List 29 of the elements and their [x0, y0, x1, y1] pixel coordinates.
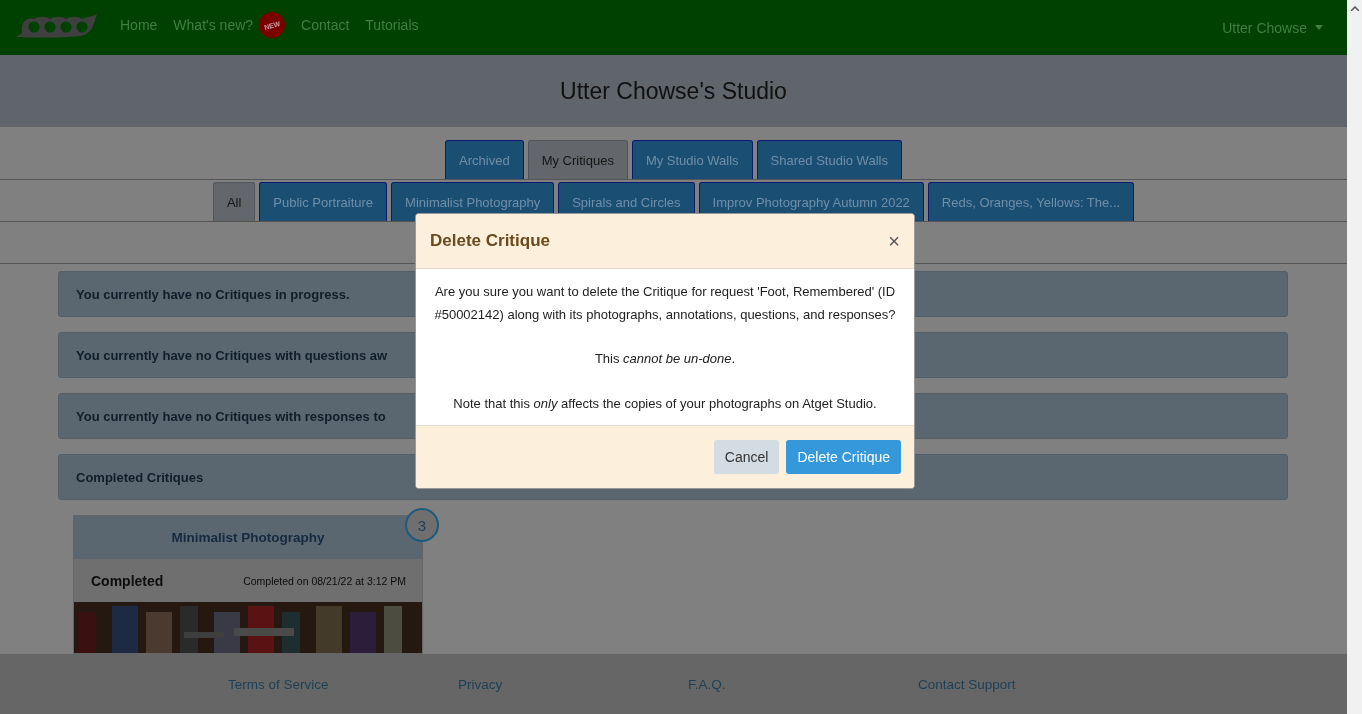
tab[interactable]: Shared Studio Walls	[756, 140, 902, 179]
footer-link[interactable]: F.A.Q.	[688, 676, 918, 692]
tab[interactable]: Public Portraiture	[259, 182, 388, 221]
nav-link[interactable]: Home	[120, 16, 158, 33]
nav-link[interactable]: Tutorials	[365, 16, 419, 33]
count-badge: 3	[405, 508, 439, 542]
user-menu[interactable]: Utter Chowse	[1222, 19, 1323, 36]
footer-link[interactable]: Contact Support	[918, 676, 1148, 692]
delete-button[interactable]: Delete Critique	[786, 440, 901, 474]
nav-link[interactable]: Contact	[301, 16, 350, 33]
footer-link[interactable]: Terms of Service	[228, 676, 458, 692]
dialog-text: This cannot be un-done.	[593, 350, 737, 368]
completed-date: Completed on 08/21/22 at 3:12 PM	[243, 574, 406, 587]
tab[interactable]: All	[212, 182, 256, 221]
cancel-button[interactable]: Cancel	[713, 440, 780, 474]
scroll-up-icon[interactable]	[1350, 6, 1359, 11]
tab[interactable]: My Studio Walls	[631, 140, 753, 179]
tab[interactable]: Archived	[445, 140, 524, 179]
status-label: Completed	[91, 572, 164, 589]
tab[interactable]: My Critiques	[527, 140, 628, 179]
page-title: Utter Chowse's Studio	[560, 77, 787, 105]
dialog-title: Delete Critique	[430, 231, 550, 251]
scrollbar[interactable]	[1347, 0, 1362, 714]
dialog-text: Note that this only affects the copies of your photographs on Atget Studio.	[452, 394, 878, 413]
tab[interactable]: Reds, Oranges, Yellows: The...	[927, 182, 1135, 221]
footer-link[interactable]: Privacy	[458, 676, 688, 692]
close-button[interactable]: ×	[888, 229, 900, 253]
caret-icon	[1315, 25, 1323, 30]
logo-icon[interactable]	[14, 12, 98, 39]
